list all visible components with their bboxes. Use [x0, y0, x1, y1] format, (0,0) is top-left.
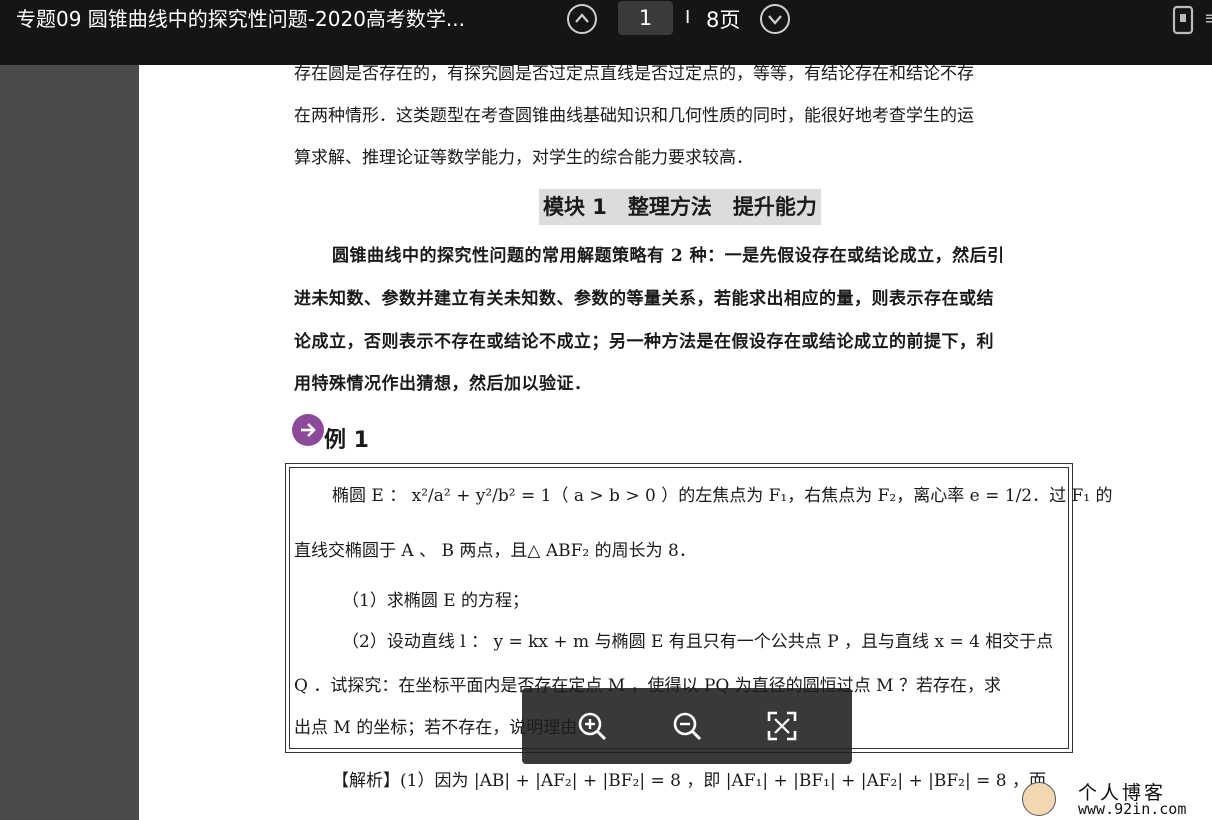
problem-line-4: （2）设动直线 l ： y = kx + m 与椭圆 E 有且只有一个公共点 P…: [342, 632, 1054, 652]
blog-watermark: 个人博客 www.92in.com: [1020, 778, 1212, 820]
next-page-button[interactable]: [760, 4, 790, 34]
total-pages: 8页: [706, 8, 741, 32]
zoom-out-button[interactable]: [671, 710, 703, 742]
menu-edge-icon[interactable]: ≡: [1204, 8, 1212, 29]
problem-line-2: 直线交椭圆于 A 、 B 两点，且△ ABF₂ 的周长为 8．: [294, 541, 696, 561]
watermark-url: www.92in.com: [1078, 800, 1187, 818]
fullscreen-icon: [766, 711, 798, 746]
zoom-controls: [522, 688, 852, 764]
intro-line-1: 存在圆是否存在的，有探究圆是否过定点直线是否过定点的，等等，有结论存在和结论不存: [294, 65, 974, 84]
strategy-line-1: 圆锥曲线中的探究性问题的常用解题策略有 2 种：一是先假设存在或结论成立，然后引: [332, 246, 1005, 266]
intro-line-3: 算求解、推理论证等数学能力，对学生的综合能力要求较高．: [294, 148, 753, 168]
problem-line-3: （1）求椭圆 E 的方程；: [342, 591, 530, 611]
strategy-line-3: 论成立，否则表示不存在或结论不成立；另一种方法是在假设存在或结论成立的前提下，利: [294, 332, 994, 352]
example-label: 例 1: [324, 428, 369, 453]
phone-view-icon[interactable]: [1172, 5, 1194, 39]
fullscreen-button[interactable]: [766, 710, 798, 742]
zoom-in-icon: [576, 712, 608, 746]
document-title: 专题09 圆锥曲线中的探究性问题-2020高考数学...: [16, 7, 465, 31]
module-heading: 模块 1 整理方法 提升能力: [539, 189, 821, 225]
strategy-line-4: 用特殊情况作出猜想，然后加以验证．: [294, 374, 592, 394]
strategy-line-2: 进未知数、参数并建立有关未知数、参数的等量关系，若能求出相应的量，则表示存在或结: [294, 289, 994, 309]
cartoon-face-icon: [1022, 782, 1056, 816]
solution-line: 【解析】(1）因为 |AB| + |AF₂| + |BF₂| = 8 ，即 |A…: [332, 771, 1046, 791]
top-toolbar: 专题09 圆锥曲线中的探究性问题-2020高考数学... 1 I 8页 ≡: [0, 0, 1212, 65]
zoom-out-icon: [671, 712, 703, 746]
page-number-input[interactable]: 1: [618, 1, 673, 35]
arrow-right-circle-icon: [292, 414, 324, 446]
zoom-in-button[interactable]: [576, 710, 608, 742]
problem-line-1: 椭圆 E ： x²/a² + y²/b² = 1（ a > b > 0 ）的左焦…: [332, 486, 1113, 506]
intro-line-2: 在两种情形．这类题型在考查圆锥曲线基础知识和几何性质的同时，能很好地考查学生的运: [294, 106, 974, 126]
page-separator: I: [685, 7, 691, 28]
previous-page-button[interactable]: [567, 4, 597, 34]
